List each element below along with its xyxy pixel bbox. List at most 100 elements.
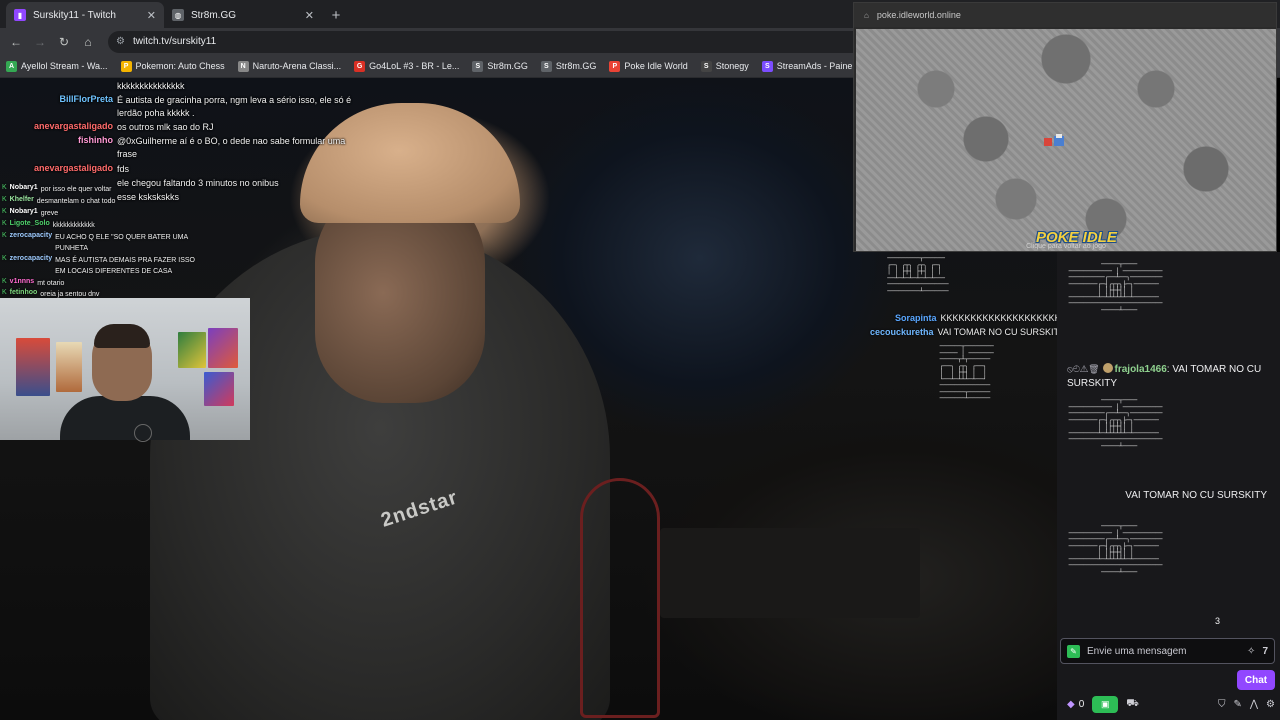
small-chat-text: por isso ele quer voltar bbox=[40, 186, 112, 193]
reload-icon[interactable]: ↻ bbox=[54, 32, 74, 52]
bookmark-label: Str8m.GG bbox=[487, 61, 528, 71]
bookmark-item[interactable]: N Naruto-Arena Classi... bbox=[237, 60, 342, 72]
bookmark-favicon-icon: S bbox=[700, 60, 712, 72]
chat-message[interactable]: ⦸◴⚠🗑 frajola1466: VAI TOMAR NO CU SURSKIT… bbox=[1067, 362, 1272, 391]
pip-url-bar: ⌂ poke.idleworld.online bbox=[854, 3, 1276, 27]
mid-overlay-text: KKKKKKKKKKKKKKKKKKKK bbox=[940, 313, 1061, 323]
overlay-chat-message: fishinho @0xGuilherme aí é o BO, o dede n… bbox=[0, 135, 357, 161]
screen: ▮ Surskity11 - Twitch ✕ ◍ Str8m.GG ✕ + ←… bbox=[0, 0, 1280, 720]
game-map[interactable]: POKE IDLE bbox=[856, 29, 1276, 251]
mid-overlay-message: cecouckuretha VAI TOMAR NO CU SURSKITY bbox=[870, 327, 1065, 337]
player-sprite bbox=[1044, 134, 1064, 146]
bookmark-item[interactable]: P Poke Idle World bbox=[609, 60, 688, 72]
trailing-count: 3 bbox=[1215, 616, 1221, 626]
site-info-icon[interactable]: ⚙ bbox=[116, 36, 125, 47]
red-chair bbox=[580, 478, 660, 718]
chat-message-list[interactable]: ─────┬──── ──────────── │ ─────────── ──… bbox=[1057, 252, 1280, 632]
overlay-chat-username: anevargastaligado bbox=[33, 121, 113, 131]
overlay-chat-text: É autista de gracinha porra, ngm leva a … bbox=[117, 95, 352, 118]
small-chat-text: EU ACHO Q ELE "SO QUER BATER UMA PUNHETA bbox=[55, 234, 188, 252]
bookmark-favicon-icon: N bbox=[237, 60, 249, 72]
webcam-person-hair bbox=[94, 324, 150, 348]
7tv-settings-icon[interactable]: ⋀ bbox=[1250, 699, 1258, 710]
overlay-chat-username: BillFlorPreta bbox=[59, 94, 113, 104]
small-chat-message: Kzerocapacity MAS É AUTISTA DEMAIS PRA FA… bbox=[2, 255, 205, 277]
bookmark-label: Stonegy bbox=[715, 61, 749, 71]
small-chat-username: zerocapacity bbox=[9, 255, 53, 262]
home-icon[interactable]: ⌂ bbox=[78, 32, 98, 52]
bookmark-item[interactable]: G Go4LoL #3 - BR - Le... bbox=[354, 60, 460, 72]
sub-badge-icon: K bbox=[2, 278, 7, 285]
back-icon[interactable]: ← bbox=[6, 32, 26, 52]
str8m-icon: ◍ bbox=[172, 9, 184, 21]
badge-icon[interactable]: ✎ bbox=[1067, 644, 1080, 658]
overlay-chat-username bbox=[0, 80, 113, 93]
bookmark-favicon-icon: G bbox=[354, 60, 366, 72]
bookmark-item[interactable]: S Str8m.GG bbox=[472, 60, 528, 72]
chat-input[interactable] bbox=[1087, 645, 1241, 657]
bookmark-label: Str8m.GG bbox=[555, 61, 597, 71]
7tv-icon[interactable]: 7 bbox=[1262, 646, 1268, 657]
chat-username[interactable]: frajola1466 bbox=[1115, 364, 1167, 375]
bookmark-item[interactable]: S StreamAds - Painel... bbox=[761, 60, 862, 72]
small-chat-message: Kzerocapacity EU ACHO Q ELE "SO QUER BATE… bbox=[2, 232, 205, 254]
emote-ai-icon[interactable]: ✧ bbox=[1247, 646, 1255, 657]
address-url: twitch.tv/surskity11 bbox=[132, 36, 217, 47]
bookmark-item[interactable]: S Stonegy bbox=[700, 60, 749, 72]
small-chat-message: K Nobary1 greve bbox=[2, 208, 58, 219]
chat-ascii-art: ─────┬──── ──────────── │ ─────────── ──… bbox=[1068, 397, 1163, 450]
picture-in-picture-window[interactable]: ⌂ poke.idleworld.online POKE IDLE Clique… bbox=[853, 2, 1277, 252]
small-chat-text: MAS É AUTISTA DEMAIS PRA FAZER ISSO EM L… bbox=[55, 257, 195, 275]
bookmark-label: Poke Idle World bbox=[624, 61, 688, 71]
tab-title: Str8m.GG bbox=[191, 9, 237, 21]
sub-badge-icon: K bbox=[2, 220, 7, 227]
small-chat-text: desmantelam o chat todo bbox=[36, 198, 116, 205]
bookmark-favicon-icon: S bbox=[761, 60, 773, 72]
overlay-chat-username: anevargastaligado bbox=[33, 163, 113, 173]
small-chat-username: v1nnns bbox=[9, 278, 35, 285]
avatar bbox=[1102, 363, 1113, 373]
tab-str8m[interactable]: ◍ Str8m.GG ✕ bbox=[164, 2, 322, 28]
small-chat-username: Nobary1 bbox=[9, 184, 38, 191]
mid-overlay-username: cecouckuretha bbox=[870, 327, 934, 337]
small-chat-message: K Ligote_Solo kkkkkkkkkkkk bbox=[2, 220, 95, 231]
close-icon[interactable]: ✕ bbox=[305, 9, 314, 22]
overlay-chat-text: @0xGuilherme aí é o BO, o dede nao sabe … bbox=[117, 136, 346, 159]
tab-twitch[interactable]: ▮ Surskity11 - Twitch ✕ bbox=[6, 2, 164, 28]
pip-return-hint: Clique para voltar ao jogo bbox=[1026, 243, 1106, 250]
ascii-art-overlay: ──────┬──────── ───── │ ─────── ─────┬┴┬… bbox=[939, 343, 994, 402]
bookmark-label: Go4LoL #3 - BR - Le... bbox=[369, 61, 460, 71]
prediction-icon[interactable]: ⛟ bbox=[1126, 698, 1139, 711]
lock-icon: ⌂ bbox=[864, 10, 869, 20]
webcam-logo-icon bbox=[134, 424, 152, 442]
chat-send-button[interactable]: Chat bbox=[1237, 670, 1275, 690]
gear-icon[interactable]: ⚙ bbox=[1266, 699, 1275, 710]
bookmark-item[interactable]: S Str8m.GG bbox=[540, 60, 597, 72]
bookmark-item[interactable]: P Pokemon: Auto Chess bbox=[120, 60, 225, 72]
shield-icon[interactable]: ⛉ bbox=[1218, 699, 1226, 710]
small-chat-username: Nobary1 bbox=[9, 208, 38, 215]
mid-overlay-text: VAI TOMAR NO CU SURSKITY bbox=[937, 327, 1066, 337]
new-tab-button[interactable]: + bbox=[324, 3, 348, 27]
bookmark-label: Pokemon: Auto Chess bbox=[135, 61, 225, 71]
mod-tools-icon[interactable]: ⦸◴⚠🗑 bbox=[1067, 364, 1100, 374]
close-icon[interactable]: ✕ bbox=[147, 9, 156, 22]
overlay-chat-text: os outros mlk sao do RJ bbox=[117, 122, 214, 132]
forward-icon[interactable]: → bbox=[30, 32, 50, 52]
chat-bottom-bar: Chat ◆ 0 ▣ ⛟ ⛉ ✎ ⋀ ⚙ bbox=[1057, 670, 1280, 720]
chat-message-tail: VAI TOMAR NO CU SURSKITY bbox=[1067, 489, 1267, 503]
overlay-chat-message: anevargastaligado fds bbox=[0, 163, 129, 176]
bookmark-item[interactable]: A Ayellol Stream - Wa... bbox=[6, 60, 108, 72]
webcam-overlay bbox=[0, 298, 250, 440]
pen-icon[interactable]: ✎ bbox=[1233, 699, 1241, 710]
gift-icon[interactable]: ▣ bbox=[1092, 696, 1119, 713]
chat-input-container[interactable]: ✎ ✧ 7 bbox=[1060, 638, 1275, 664]
poster bbox=[16, 338, 50, 396]
streamer-cap bbox=[300, 103, 520, 223]
overlay-chat-text: fds bbox=[117, 164, 130, 174]
channel-points[interactable]: ◆ 0 bbox=[1067, 699, 1084, 710]
poster bbox=[56, 342, 82, 392]
mid-overlay-username: Sorapinta bbox=[895, 313, 937, 323]
bar-table bbox=[660, 528, 920, 618]
bookmark-label: Naruto-Arena Classi... bbox=[252, 61, 342, 71]
